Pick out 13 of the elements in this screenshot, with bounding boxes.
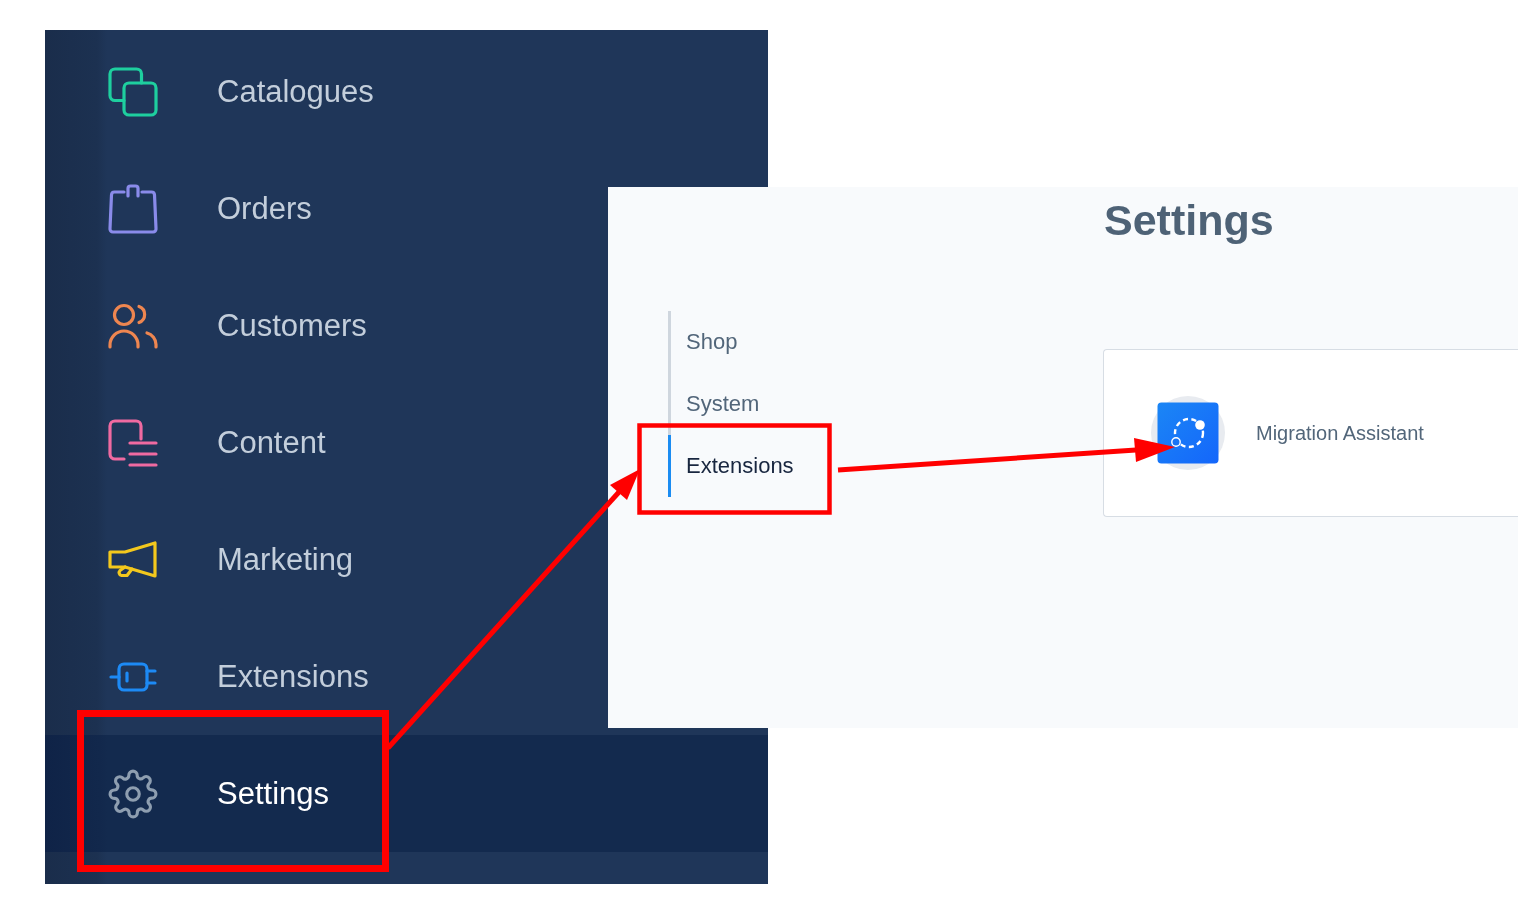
nav-item[interactable]: Catalogues [45,58,390,125]
nav-item[interactable]: Content [45,409,342,476]
page-title: Settings [1104,195,1274,246]
nav-item[interactable]: Orders [45,175,328,242]
nav-item[interactable]: Extensions [45,643,385,710]
submenu-item[interactable]: Extensions [668,435,818,497]
nav-item[interactable]: Settings [45,735,768,852]
submenu-item[interactable]: System [668,373,818,435]
orbit-icon [1151,396,1225,470]
nav-item[interactable]: Marketing [45,526,370,593]
submenu-item[interactable]: Shop [668,311,818,373]
nav-item[interactable]: Customers [45,292,383,359]
extension-card[interactable]: Migration Assistant [1103,349,1518,517]
